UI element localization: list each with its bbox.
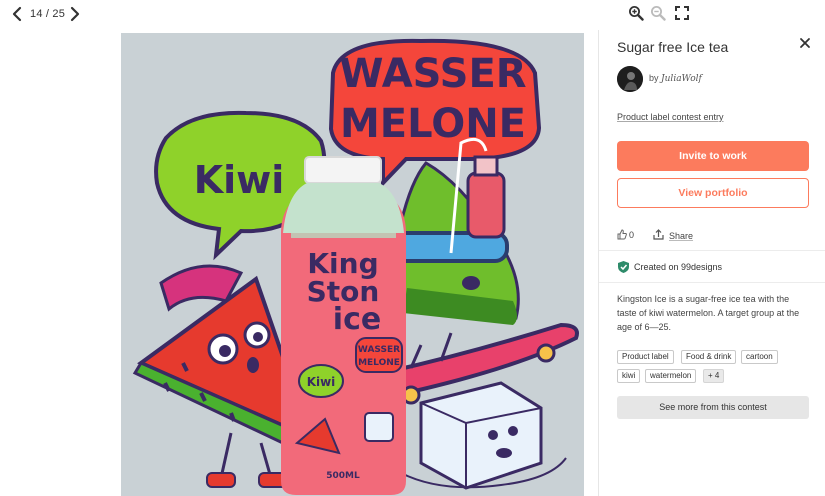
author-byline: by JuliaWolf bbox=[649, 73, 702, 84]
author-name[interactable]: JuliaWolf bbox=[661, 74, 702, 84]
bottle-volume: 500ML bbox=[326, 471, 360, 481]
tag-item[interactable]: watermelon bbox=[645, 369, 697, 383]
design-image[interactable]: WASSER MELONE Kiwi King Ston ice WASSER … bbox=[121, 33, 584, 496]
more-tags-button[interactable]: + 4 bbox=[703, 369, 725, 383]
close-icon[interactable] bbox=[799, 36, 811, 48]
tag-item[interactable]: cartoon bbox=[741, 350, 778, 364]
divider bbox=[599, 250, 825, 251]
bottle-kiwi-text: Kiwi bbox=[307, 375, 336, 389]
viewer-toolbar: 14 / 25 bbox=[0, 0, 689, 30]
contest-link[interactable]: Product label contest entry bbox=[617, 112, 724, 122]
avatar[interactable] bbox=[617, 66, 643, 92]
chevron-left-icon[interactable] bbox=[10, 6, 24, 22]
view-portfolio-button[interactable]: View portfolio bbox=[617, 178, 809, 208]
image-counter: 14 / 25 bbox=[30, 8, 66, 20]
share-label[interactable]: Share bbox=[669, 231, 693, 241]
created-label: Created on 99designs bbox=[634, 262, 723, 272]
bottle-bubble-line1: WASSER bbox=[358, 345, 400, 355]
thumbs-up-icon bbox=[617, 229, 627, 240]
tag-item[interactable]: Product label bbox=[617, 350, 674, 364]
chevron-right-icon[interactable] bbox=[68, 6, 82, 22]
main-bottle: King Ston ice WASSER MELONE Kiwi 500ML bbox=[281, 156, 406, 495]
zoom-out-icon[interactable] bbox=[650, 5, 666, 21]
design-title: Sugar free Ice tea bbox=[617, 39, 729, 55]
tag-item[interactable]: kiwi bbox=[617, 369, 641, 383]
shield-check-icon bbox=[618, 261, 629, 273]
share-icon bbox=[653, 229, 664, 240]
design-description: Kingston Ice is a sugar-free ice tea wit… bbox=[617, 294, 800, 332]
tag-item[interactable]: Food & drink bbox=[681, 350, 737, 364]
divider bbox=[599, 282, 825, 283]
bubble-top-line1: WASSER bbox=[339, 51, 526, 97]
by-prefix: by bbox=[649, 73, 659, 83]
see-more-from-contest-button[interactable]: See more from this contest bbox=[617, 396, 809, 419]
fullscreen-icon[interactable] bbox=[674, 5, 690, 21]
zoom-in-icon[interactable] bbox=[628, 5, 644, 21]
bottle-label-line3: ice bbox=[333, 302, 381, 337]
like-count: 0 bbox=[629, 230, 635, 240]
invite-button[interactable]: Invite to work bbox=[617, 141, 809, 171]
bubble-top-line2: MELONE bbox=[340, 101, 526, 147]
bottle-bubble-line2: MELONE bbox=[358, 358, 400, 368]
bubble-left-text: Kiwi bbox=[194, 158, 285, 202]
details-panel: Sugar free Ice tea by JuliaWolf Product … bbox=[598, 30, 825, 496]
